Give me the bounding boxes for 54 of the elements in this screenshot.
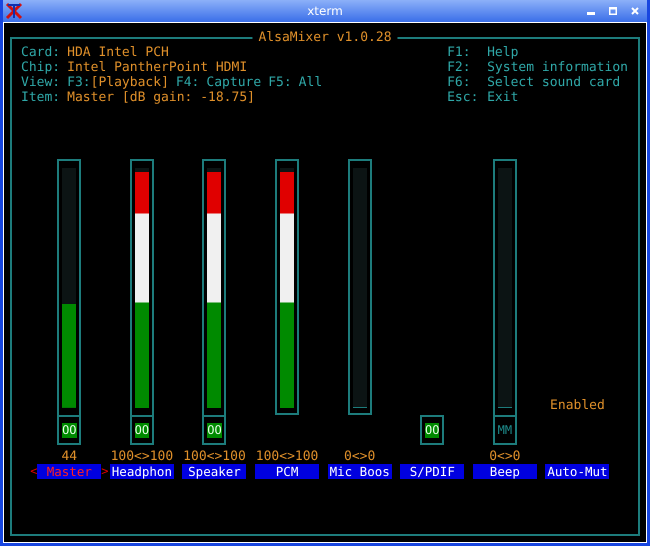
- mute-switch[interactable]: OO: [130, 415, 154, 445]
- info-label: Card:: [21, 45, 60, 60]
- shortcut-key: F6:: [447, 75, 480, 90]
- switch-state: MM: [498, 422, 512, 438]
- shortcut-key: F5:: [268, 75, 292, 90]
- selection-mark: <: [30, 464, 38, 478]
- info-value: HDA Intel PCH: [67, 45, 169, 60]
- info-label: Item:: [21, 90, 60, 105]
- mute-switch[interactable]: OO: [202, 415, 226, 445]
- x-logo-icon: [5, 2, 23, 20]
- window-title: xterm: [306, 4, 344, 18]
- volume-value: 100<>100: [110, 449, 174, 464]
- mute-switch[interactable]: OO: [420, 415, 444, 445]
- shortcut-key: F3:: [67, 75, 91, 90]
- volume-track[interactable]: [352, 168, 367, 408]
- volume-value: 100<>100: [183, 449, 246, 464]
- shortcut-action: System information: [487, 60, 628, 75]
- channel-label[interactable]: Auto-Mut: [545, 464, 610, 479]
- info-label: View:: [21, 75, 60, 90]
- info-label: Chip:: [21, 60, 60, 75]
- switch-state: OO: [425, 422, 440, 438]
- option-value: Enabled: [550, 398, 605, 413]
- channel-label[interactable]: Mic Boos: [328, 464, 392, 479]
- info-value: Intel PantherPoint HDMI: [67, 60, 248, 75]
- volume-value: 100<>100: [256, 449, 318, 464]
- selection-mark: >: [101, 464, 109, 478]
- channel-label[interactable]: S/PDIF: [400, 464, 464, 479]
- switch-state: OO: [62, 422, 77, 438]
- volume-track[interactable]: [498, 168, 512, 408]
- maximize-icon[interactable]: [609, 7, 617, 15]
- mute-switch[interactable]: OO: [57, 415, 82, 445]
- switch-state: OO: [134, 422, 150, 438]
- shortcut-key: F2:: [447, 60, 480, 75]
- volume-value: 0<>0: [344, 449, 376, 464]
- view-mode[interactable]: Capture: [206, 75, 262, 90]
- shortcut-action: Help: [487, 45, 518, 60]
- view-mode[interactable]: [Playback]: [90, 75, 169, 90]
- mute-switch[interactable]: MM: [492, 415, 517, 445]
- shortcut-action: Exit: [487, 90, 518, 105]
- close-icon[interactable]: [631, 7, 639, 15]
- shortcut-key: Esc:: [447, 90, 480, 105]
- volume-value: 0<>0: [489, 449, 521, 464]
- channel-label[interactable]: Beep: [472, 464, 537, 479]
- shortcut-key: F4:: [176, 75, 200, 90]
- volume-track[interactable]: [62, 168, 76, 408]
- switch-state: OO: [207, 422, 222, 438]
- info-value: Master [dB gain: -18.75]: [67, 90, 255, 105]
- channel-label[interactable]: PCM: [255, 464, 320, 479]
- shortcut-key: F1:: [447, 45, 480, 60]
- channel-label[interactable]: Speaker: [182, 464, 246, 479]
- shortcut-action: Select sound card: [487, 75, 620, 90]
- channel-label[interactable]: Headphon: [110, 464, 174, 479]
- view-mode[interactable]: All: [298, 75, 322, 90]
- volume-value: 44: [61, 449, 78, 464]
